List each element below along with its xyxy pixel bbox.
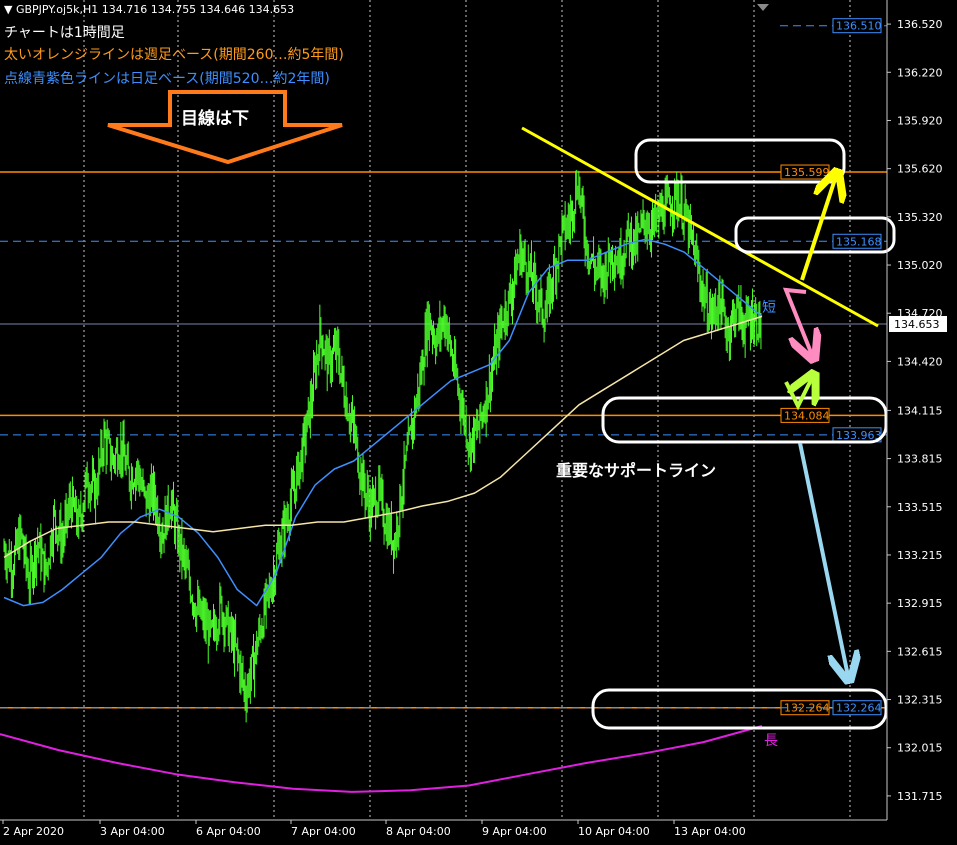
y-tick-label: 132.315 [897, 694, 943, 707]
x-tick-label: 3 Apr 04:00 [100, 825, 165, 838]
long-ma-label: 長 [764, 733, 778, 749]
y-tick-label: 132.615 [897, 645, 943, 658]
level-tag: 135.168 [836, 235, 882, 248]
x-tick-label: 2 Apr 2020 [3, 825, 64, 838]
arrow-text: 目線は下 [181, 108, 249, 129]
note-weekly: 太いオレンジラインは週足ベース(期間260…約5年間) [4, 47, 344, 63]
level-tag: 135.599 [784, 166, 830, 179]
x-tick-label: 6 Apr 04:00 [196, 825, 261, 838]
x-tick-label: 9 Apr 04:00 [482, 825, 547, 838]
y-tick-label: 133.515 [897, 501, 943, 514]
y-tick-label: 135.320 [897, 211, 943, 224]
support-text: 重要なサポートライン [556, 461, 716, 480]
x-tick-label: 8 Apr 04:00 [386, 825, 451, 838]
x-tick-label: 13 Apr 04:00 [674, 825, 746, 838]
y-tick-label: 135.620 [897, 163, 943, 176]
y-tick-label: 133.815 [897, 453, 943, 466]
note-timeframe: チャートは1時間足 [4, 25, 125, 41]
y-tick-label: 133.215 [897, 549, 943, 562]
y-tick-label: 135.920 [897, 114, 943, 127]
x-tick-label: 10 Apr 04:00 [578, 825, 650, 838]
chevron-down-icon[interactable]: ▼ [4, 3, 16, 16]
y-tick-label: 134.115 [897, 404, 943, 417]
level-tag: 136.510 [836, 20, 882, 33]
y-tick-label: 136.520 [897, 18, 943, 31]
symbol-line: ▼ GBPJPY.oj5k,H1 134.716 134.755 134.646… [4, 3, 295, 16]
level-tag: 134.084 [784, 409, 830, 422]
note-daily: 点線青紫色ラインは日足ベース(期間520…約2年間) [4, 71, 330, 87]
y-tick-label: 132.015 [897, 742, 943, 755]
short-ma-label: 短 [762, 300, 776, 316]
y-tick-label: 134.420 [897, 355, 943, 368]
price-chart[interactable]: 136.510135.599135.168134.084133.963132.2… [0, 0, 957, 845]
y-tick-label: 135.020 [897, 259, 943, 272]
current-price-label: 134.653 [894, 318, 940, 331]
y-tick-label: 136.220 [897, 66, 943, 79]
y-tick-label: 131.715 [897, 790, 943, 803]
level-tag: 132.264 [836, 702, 882, 715]
y-tick-label: 132.915 [897, 597, 943, 610]
x-tick-label: 7 Apr 04:00 [291, 825, 356, 838]
